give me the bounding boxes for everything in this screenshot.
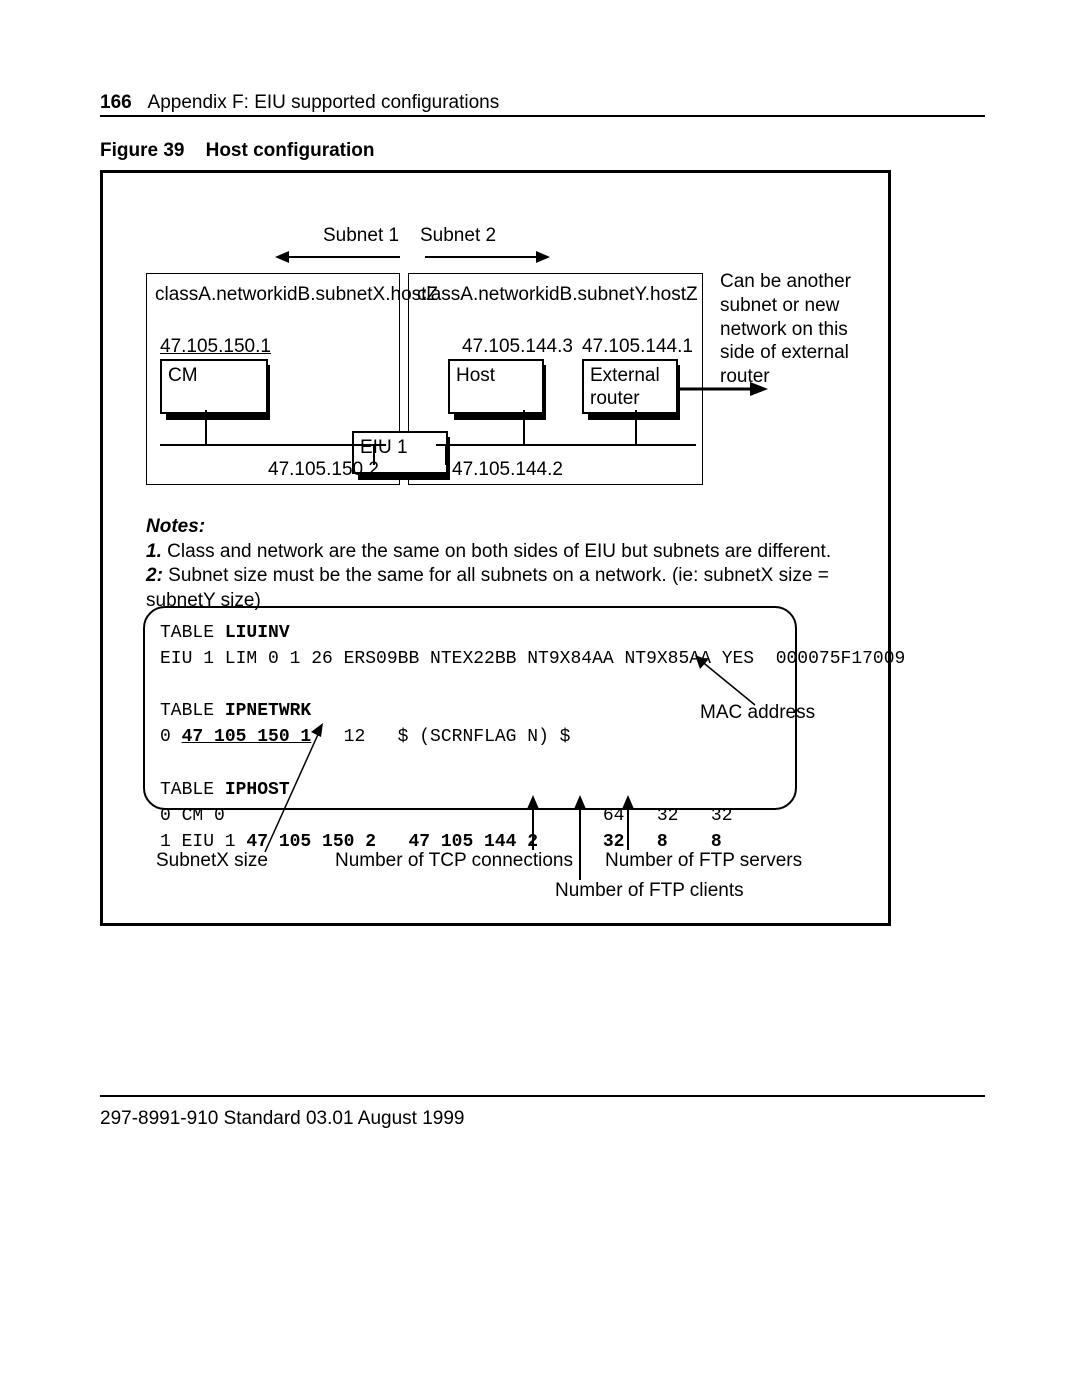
page: 166 Appendix F: EIU supported configurat… bbox=[0, 0, 1080, 1397]
page-number: 166 bbox=[100, 92, 132, 113]
ext-router-box: External router bbox=[582, 359, 678, 414]
eiu-right-ip: 47.105.144.2 bbox=[452, 459, 563, 481]
header-rule bbox=[100, 115, 985, 117]
subnet1-label: Subnet 1 bbox=[323, 225, 399, 247]
appendix-title bbox=[137, 92, 148, 113]
ftp-servers-callout: Number of FTP servers bbox=[605, 850, 802, 872]
subnet2-caption: classA.networkidB.subnetY.hostZ bbox=[417, 284, 698, 306]
footer-text: 297-8991-910 Standard 03.01 August 1999 bbox=[100, 1108, 464, 1130]
eiu-left-ip: 47.105.150.2 bbox=[268, 459, 379, 481]
running-header: 166 Appendix F: EIU supported configurat… bbox=[100, 92, 499, 114]
cm-ip: 47.105.150.1 bbox=[160, 336, 271, 358]
side-note: Can be another subnet or new network on … bbox=[720, 270, 880, 389]
host-ip: 47.105.144.3 bbox=[462, 336, 573, 358]
host-box: Host bbox=[448, 359, 544, 414]
ftp-clients-callout: Number of FTP clients bbox=[555, 880, 744, 902]
notes: Notes: 1. Class and network are the same… bbox=[146, 515, 876, 614]
terminal-text: TABLE LIUINV EIU 1 LIM 0 1 26 ERS09BB NT… bbox=[160, 620, 905, 855]
subnet2-label: Subnet 2 bbox=[420, 225, 496, 247]
mac-address-callout: MAC address bbox=[700, 702, 815, 724]
cm-box: CM bbox=[160, 359, 268, 414]
tcp-callout: Number of TCP connections bbox=[335, 850, 573, 872]
ext-router-ip: 47.105.144.1 bbox=[582, 336, 693, 358]
subnet1-caption: classA.networkidB.subnetX.hostZ bbox=[155, 284, 438, 306]
figure-caption: Figure 39 Host configuration bbox=[100, 140, 375, 162]
footer-rule bbox=[100, 1095, 985, 1097]
subnetx-callout: SubnetX size bbox=[156, 850, 268, 872]
